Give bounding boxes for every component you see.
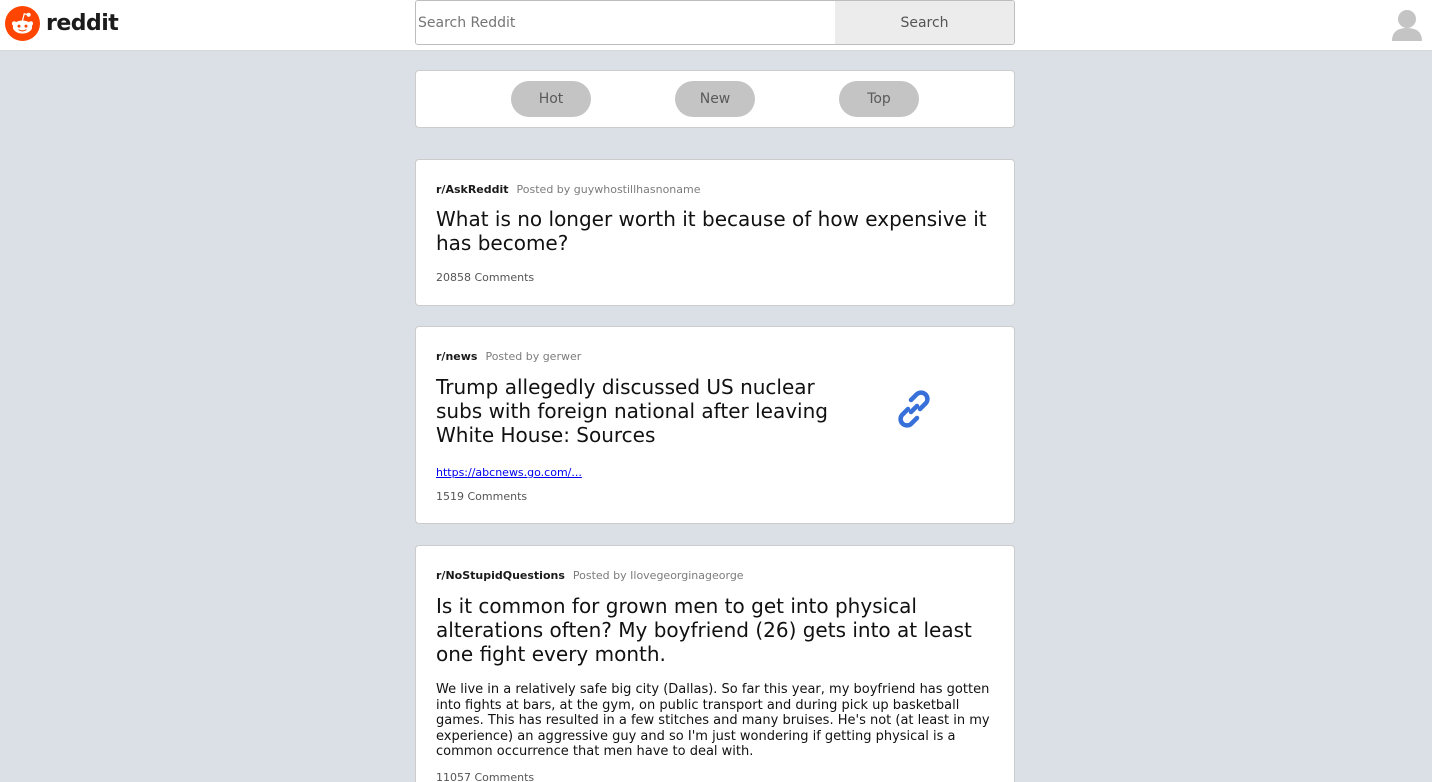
post-subreddit[interactable]: r/AskReddit (436, 183, 509, 196)
sort-bar: Hot New Top (415, 70, 1015, 128)
reddit-snoo-icon (5, 5, 40, 41)
post-card[interactable]: r/AskReddit Posted by guywhostillhasnonam… (415, 159, 1015, 306)
post-title[interactable]: What is no longer worth it because of ho… (436, 207, 996, 255)
post-card[interactable]: r/NoStupidQuestions Posted by Ilovegeorgi… (415, 545, 1015, 782)
reddit-logo[interactable]: reddit (5, 5, 119, 41)
post-body: We live in a relatively safe big city (D… (436, 682, 990, 759)
post-comments-link[interactable]: 20858 Comments (436, 271, 534, 284)
search-button[interactable]: Search (835, 1, 1014, 44)
post-comments-link[interactable]: 1519 Comments (436, 490, 527, 503)
post-meta: r/AskReddit Posted by guywhostillhasnonam… (436, 183, 701, 196)
post-subreddit[interactable]: r/news (436, 350, 477, 363)
post-external-link[interactable]: https://abcnews.go.com/... (436, 466, 582, 479)
post-author: Posted by guywhostillhasnoname (516, 183, 701, 196)
post-title[interactable]: Trump allegedly discussed US nuclear sub… (436, 375, 836, 447)
post-author: Posted by Ilovegeorginageorge (572, 569, 744, 582)
post-card[interactable]: r/news Posted by gerwer Trump allegedly d… (415, 326, 1015, 524)
user-avatar-icon[interactable] (1390, 9, 1424, 43)
search-bar: Search (415, 0, 1015, 45)
post-meta: r/NoStupidQuestions Posted by Ilovegeorgi… (436, 569, 744, 582)
sort-hot-button[interactable]: Hot (511, 81, 591, 117)
post-comments-link[interactable]: 11057 Comments (436, 771, 534, 782)
post-title[interactable]: Is it common for grown men to get into p… (436, 594, 996, 666)
sort-new-button[interactable]: New (675, 81, 755, 117)
top-header: reddit Search (0, 0, 1432, 51)
post-subreddit[interactable]: r/NoStupidQuestions (436, 569, 565, 582)
post-meta: r/news Posted by gerwer (436, 350, 581, 363)
link-icon[interactable] (890, 385, 938, 433)
logo-text: reddit (46, 10, 119, 36)
search-input[interactable] (416, 1, 835, 44)
sort-top-button[interactable]: Top (839, 81, 919, 117)
post-author: Posted by gerwer (485, 350, 582, 363)
